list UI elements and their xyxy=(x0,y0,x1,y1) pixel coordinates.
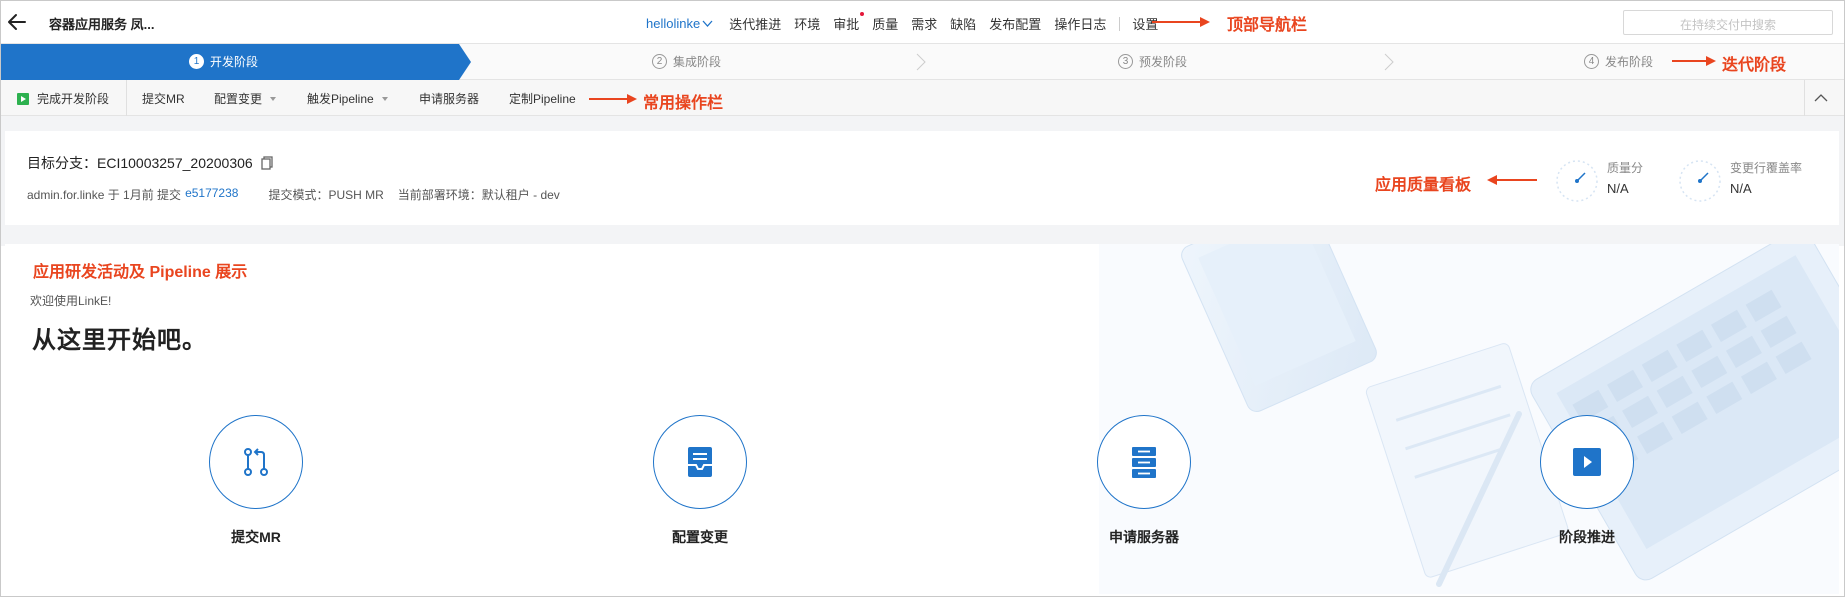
nav-item-approval[interactable]: 审批 xyxy=(833,12,865,33)
back-arrow-icon[interactable] xyxy=(7,12,27,32)
caret-down-icon xyxy=(270,96,277,101)
nav-item-defects[interactable]: 缺陷 xyxy=(950,14,976,33)
commit-hash-link[interactable]: e5177238 xyxy=(185,186,238,203)
annotation-iteration-stage: 迭代阶段 xyxy=(1722,57,1787,74)
commit-prefix: admin.for.linke 于 1月前 提交 xyxy=(27,188,182,202)
step-dev[interactable]: 1 开发阶段 xyxy=(189,53,258,70)
annotation-top-nav: 顶部导航栏 xyxy=(1227,17,1308,34)
config-tray-icon xyxy=(688,447,712,477)
nav-menu: hellolinke 迭代推进 环境 审批 质量 需求 缺陷 发布配置 操作日志… xyxy=(646,12,1171,33)
submit-mr-label: 提交MR xyxy=(142,92,185,106)
step-chevron-icon xyxy=(916,53,926,71)
metric-label: 变更行覆盖率 xyxy=(1730,161,1803,175)
nav-item-release-config[interactable]: 发布配置 xyxy=(989,14,1041,33)
notification-dot xyxy=(860,12,865,16)
action-apply-server[interactable]: 申请服务器 xyxy=(1096,415,1192,547)
welcome-title: 从这里开始吧。 xyxy=(32,327,207,354)
step-release[interactable]: 4 发布阶段 xyxy=(1584,53,1653,70)
welcome-subtitle: 欢迎使用LinkE! xyxy=(30,294,112,308)
apply-server-label: 申请服务器 xyxy=(419,92,480,106)
app-title: 容器应用服务 凤... xyxy=(49,17,155,32)
server-icon xyxy=(1132,447,1156,478)
action-stage-advance[interactable]: 阶段推进 xyxy=(1539,415,1635,547)
caret-down-icon xyxy=(381,96,388,101)
commit-info: admin.for.linke 于 1月前 提交 e5177238 提交模式：P… xyxy=(27,186,560,203)
deploy-env: 当前部署环境：默认租户 - dev xyxy=(397,188,560,202)
custom-pipeline-label: 定制Pipeline xyxy=(509,92,576,106)
config-change-dropdown[interactable]: 配置变更 xyxy=(214,90,277,107)
step-label: 集成阶段 xyxy=(673,55,722,69)
top-nav: 容器应用服务 凤... hellolinke 迭代推进 环境 审批 质量 需求 … xyxy=(1,1,1844,44)
annotation-arrow-icon xyxy=(1152,17,1210,27)
step-label: 预发阶段 xyxy=(1139,55,1188,69)
play-icon xyxy=(17,92,29,105)
step-chevron-icon xyxy=(1384,53,1394,71)
gauge-icon xyxy=(1556,160,1598,202)
annotation-activity-pipeline: 应用研发活动及 Pipeline 展示 xyxy=(33,264,248,281)
annotation-quality-board: 应用质量看板 xyxy=(1375,177,1472,194)
action-label: 阶段推进 xyxy=(1559,529,1615,545)
nav-item-quality[interactable]: 质量 xyxy=(872,14,898,33)
step-label: 开发阶段 xyxy=(210,55,259,69)
app-selector[interactable]: hellolinke xyxy=(646,16,713,31)
action-label: 提交MR xyxy=(231,529,281,545)
decorative-background-illustration xyxy=(1099,244,1839,594)
annotation-arrow-icon xyxy=(589,94,637,104)
metric-label: 质量分 xyxy=(1607,161,1644,175)
chevron-down-icon xyxy=(702,20,713,27)
chevron-up-icon[interactable] xyxy=(1813,91,1829,105)
coverage-metric[interactable]: 变更行覆盖率 N/A xyxy=(1678,159,1802,203)
metric-value: N/A xyxy=(1730,181,1752,196)
toolbar-divider xyxy=(1804,80,1805,116)
complete-stage-button[interactable]: 完成开发阶段 xyxy=(17,90,109,107)
merge-request-icon xyxy=(244,448,268,476)
gauge-icon xyxy=(1679,160,1721,202)
nav-item-iteration[interactable]: 迭代推进 xyxy=(729,14,781,33)
step-number: 2 xyxy=(652,54,667,69)
nav-divider xyxy=(1119,16,1121,31)
submit-mr-button[interactable]: 提交MR xyxy=(142,90,185,107)
branch-info-card: 目标分支：ECI10003257_20200306 admin.for.link… xyxy=(5,131,1839,225)
step-integration[interactable]: 2 集成阶段 xyxy=(652,53,721,70)
action-label: 配置变更 xyxy=(672,529,728,545)
app-selector-label: hellolinke xyxy=(646,16,701,31)
annotation-arrow-icon xyxy=(1672,56,1716,66)
toolbar-divider xyxy=(126,80,127,116)
nav-item-operation-log[interactable]: 操作日志 xyxy=(1054,14,1106,33)
config-change-label: 配置变更 xyxy=(214,92,263,106)
complete-stage-label: 完成开发阶段 xyxy=(37,92,110,106)
action-config-change[interactable]: 配置变更 xyxy=(652,415,748,547)
app-window: 容器应用服务 凤... hellolinke 迭代推进 环境 审批 质量 需求 … xyxy=(0,0,1845,597)
action-submit-mr[interactable]: 提交MR xyxy=(208,415,304,547)
quality-score-metric[interactable]: 质量分 N/A xyxy=(1555,159,1643,203)
step-preview[interactable]: 3 预发阶段 xyxy=(1118,53,1187,70)
branch-title-text: 目标分支：ECI10003257_20200306 xyxy=(27,155,253,171)
nav-item-requirements[interactable]: 需求 xyxy=(911,14,937,33)
copy-icon[interactable] xyxy=(261,156,273,170)
action-label: 申请服务器 xyxy=(1109,529,1179,545)
search-input[interactable] xyxy=(1623,10,1833,35)
step-number: 4 xyxy=(1584,54,1599,69)
trigger-pipeline-label: 触发Pipeline xyxy=(307,92,374,106)
branch-title: 目标分支：ECI10003257_20200306 xyxy=(27,153,273,173)
stage-steps: 1 开发阶段 2 集成阶段 3 预发阶段 4 发布阶段 xyxy=(1,44,1844,80)
nav-item-approval-label: 审批 xyxy=(833,17,860,32)
metric-value: N/A xyxy=(1607,181,1629,196)
nav-item-environment[interactable]: 环境 xyxy=(794,14,820,33)
action-circle xyxy=(1097,415,1191,509)
annotation-arrow-icon xyxy=(1487,175,1537,185)
custom-pipeline-button[interactable]: 定制Pipeline xyxy=(509,90,576,107)
annotation-common-ops: 常用操作栏 xyxy=(643,95,724,112)
step-number: 3 xyxy=(1118,54,1133,69)
common-ops-toolbar: 完成开发阶段 提交MR 配置变更 触发Pipeline 申请服务器 定制Pipe… xyxy=(1,80,1844,116)
submit-mode: 提交模式：PUSH MR xyxy=(268,188,384,202)
apply-server-button[interactable]: 申请服务器 xyxy=(419,90,479,107)
trigger-pipeline-dropdown[interactable]: 触发Pipeline xyxy=(307,90,388,107)
step-number: 1 xyxy=(189,54,204,69)
action-circle xyxy=(653,415,747,509)
play-icon xyxy=(1573,448,1601,476)
step-label: 发布阶段 xyxy=(1605,55,1654,69)
action-circle xyxy=(209,415,303,509)
action-circle xyxy=(1540,415,1634,509)
